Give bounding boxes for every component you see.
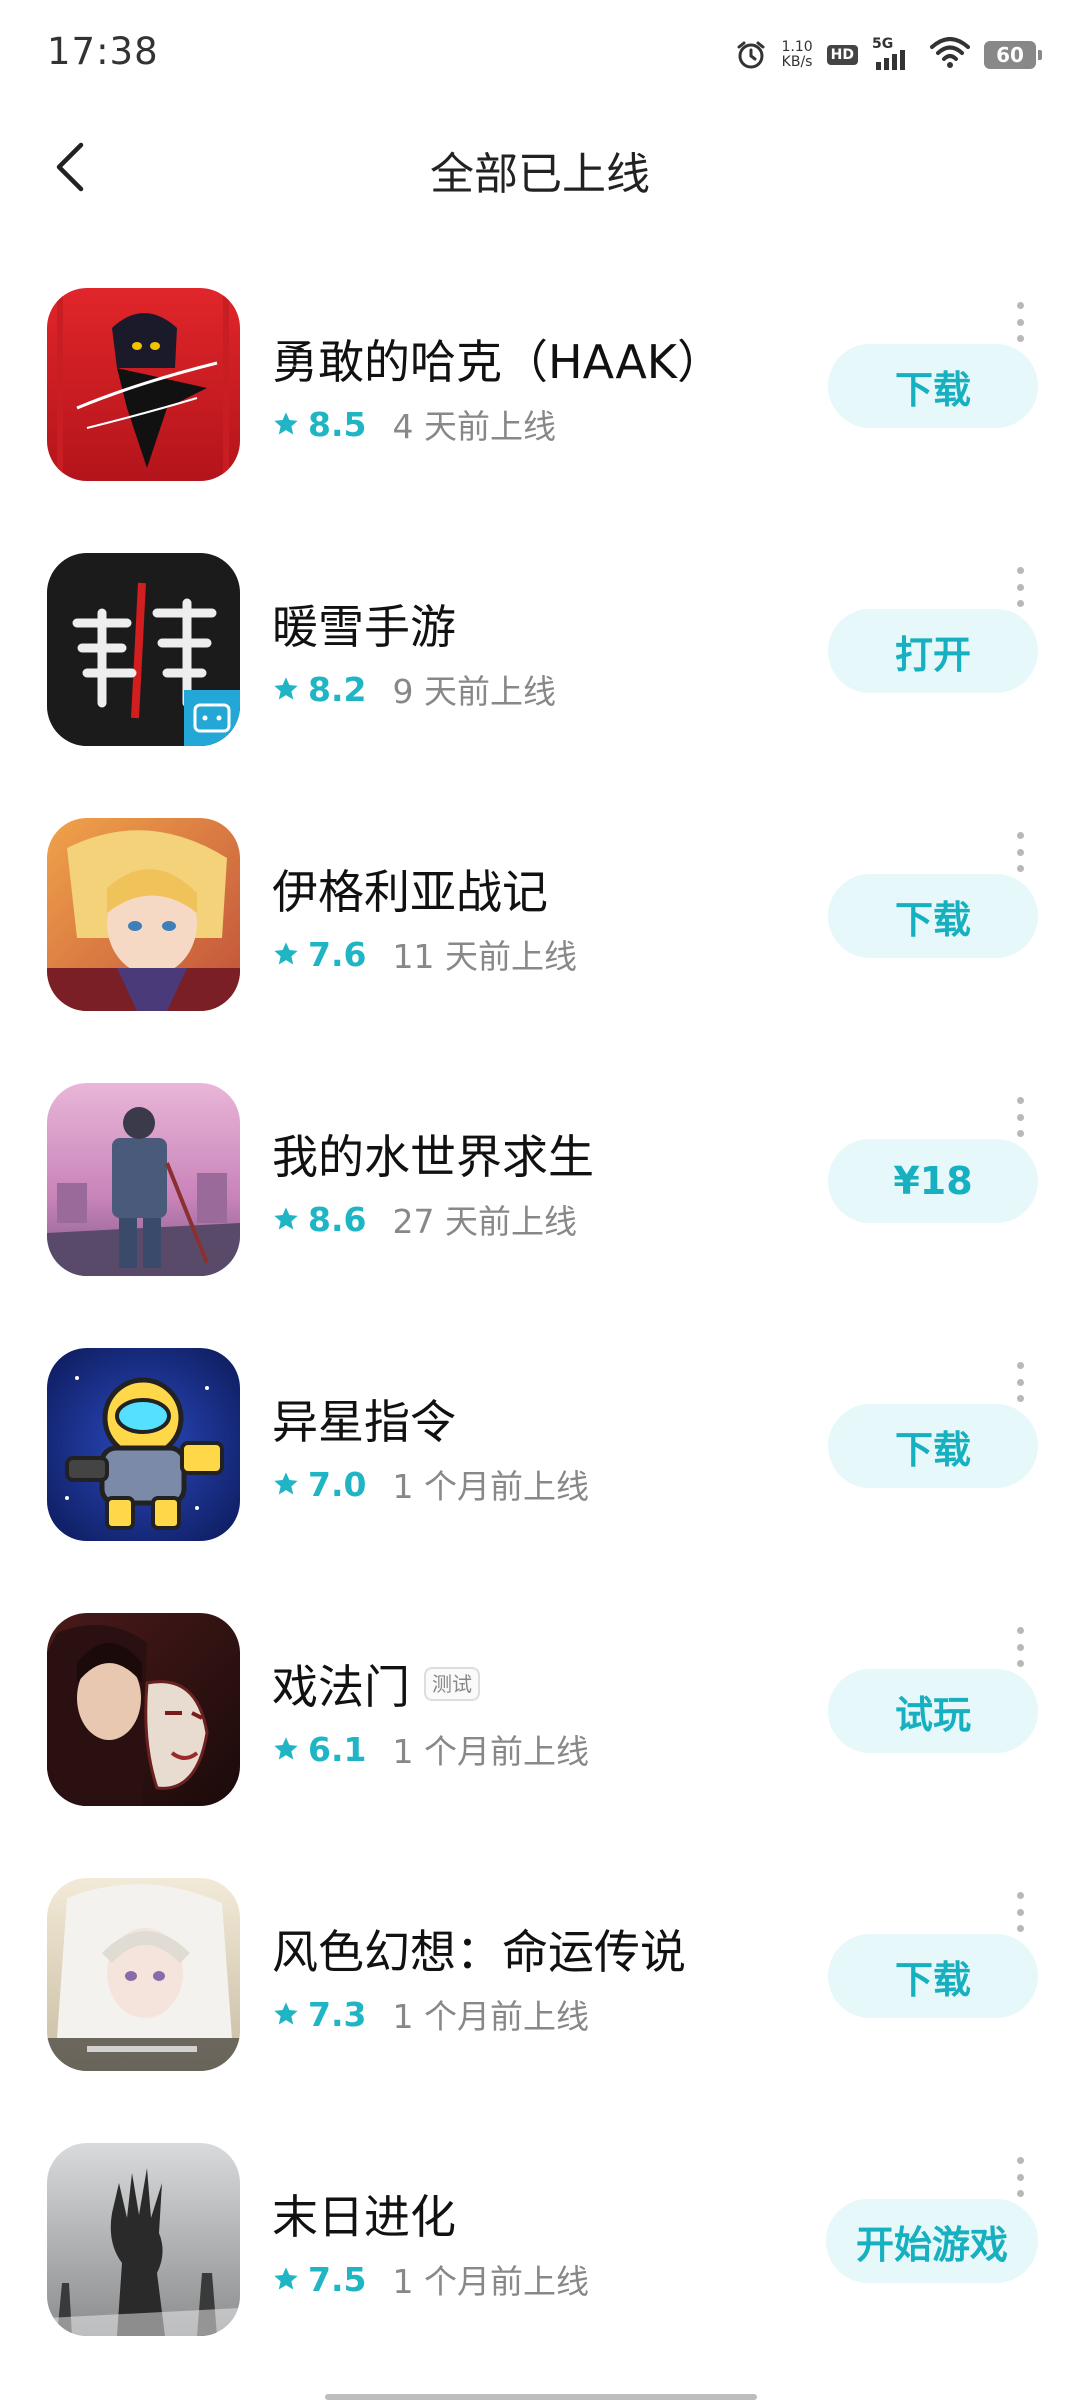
battery-icon: 60	[984, 41, 1042, 69]
status-bar: 17:38 1.10 KB/s HD 5G 60	[0, 0, 1080, 110]
list-item[interactable]: 暖雪手游 8.2 9 天前上线 打开	[0, 553, 1080, 818]
list-item[interactable]: 戏法门 测试 6.1 1 个月前上线 试玩	[0, 1613, 1080, 1878]
game-title-text: 戏法门	[272, 1660, 410, 1714]
rating-score: 8.5	[308, 404, 367, 444]
game-meta: 7.6 11 天前上线	[272, 930, 577, 978]
star-icon	[274, 412, 298, 435]
list-item[interactable]: 我的水世界求生 8.6 27 天前上线 ¥18	[0, 1083, 1080, 1348]
start-game-button[interactable]: 开始游戏	[825, 2199, 1038, 2283]
home-indicator[interactable]	[325, 2394, 757, 2400]
status-icons: 1.10 KB/s HD 5G 60	[735, 30, 1042, 80]
release-time: 27 天前上线	[392, 1202, 577, 1241]
game-icon-doomsday[interactable]	[47, 2143, 240, 2336]
game-title-text: 勇敢的哈克（HAAK）	[272, 335, 723, 389]
game-title: 异星指令	[272, 1386, 456, 1452]
game-title-text: 异星指令	[272, 1395, 456, 1449]
game-title: 末日进化	[272, 2181, 456, 2247]
game-title: 勇敢的哈克（HAAK）	[272, 326, 723, 392]
hd-voice-icon: HD	[826, 45, 858, 65]
star-icon	[274, 2267, 298, 2290]
game-title-text: 末日进化	[272, 2190, 456, 2244]
network-speed: 1.10 KB/s	[781, 40, 812, 70]
test-badge: 测试	[424, 1667, 480, 1701]
star-icon	[274, 1737, 298, 1760]
game-title: 我的水世界求生	[272, 1121, 594, 1187]
game-meta: 7.5 1 个月前上线	[272, 2255, 589, 2303]
game-icon-water-world[interactable]	[47, 1083, 240, 1276]
list-item[interactable]: 伊格利亚战记 7.6 11 天前上线 下载	[0, 818, 1080, 1083]
star-icon	[274, 942, 298, 965]
game-icon-xifamen[interactable]	[47, 1613, 240, 1806]
list-item[interactable]: 勇敢的哈克（HAAK） 8.5 4 天前上线 下载	[0, 288, 1080, 553]
more-options-icon[interactable]	[1014, 1362, 1026, 1402]
list-item[interactable]: 末日进化 7.5 1 个月前上线 开始游戏	[0, 2143, 1080, 2400]
more-options-icon[interactable]	[1014, 1627, 1026, 1667]
cellular-signal-icon: 5G	[872, 36, 916, 72]
release-time: 9 天前上线	[392, 672, 556, 711]
rating-score: 7.0	[308, 1464, 367, 1504]
download-button[interactable]: 下载	[828, 1934, 1038, 2018]
game-meta: 7.3 1 个月前上线	[272, 1990, 589, 2038]
game-title: 戏法门 测试	[272, 1651, 480, 1717]
game-meta: 8.6 27 天前上线	[272, 1195, 577, 1243]
more-options-icon[interactable]	[1014, 1892, 1026, 1932]
more-options-icon[interactable]	[1014, 1097, 1026, 1137]
game-title: 暖雪手游	[272, 591, 456, 657]
list-item[interactable]: 异星指令 7.0 1 个月前上线 下载	[0, 1348, 1080, 1613]
game-title: 伊格利亚战记	[272, 856, 548, 922]
download-button[interactable]: 下载	[828, 1404, 1038, 1488]
game-title: 风色幻想：命运传说	[272, 1916, 686, 1982]
release-time: 1 个月前上线	[392, 1997, 589, 2036]
rating-score: 8.6	[308, 1199, 367, 1239]
release-time: 1 个月前上线	[392, 1467, 589, 1506]
rating-score: 7.3	[308, 1994, 367, 2034]
star-icon	[274, 677, 298, 700]
game-icon-fengse[interactable]	[47, 1878, 240, 2071]
open-button[interactable]: 打开	[828, 609, 1038, 693]
download-button[interactable]: 下载	[828, 344, 1038, 428]
release-time: 11 天前上线	[392, 937, 577, 976]
game-title-text: 我的水世界求生	[272, 1130, 594, 1184]
network-speed-unit: KB/s	[781, 54, 813, 70]
app-screen: 17:38 1.10 KB/s HD 5G 60 全部已上线 勇敢的哈克（HAA…	[0, 0, 1080, 2400]
more-options-icon[interactable]	[1014, 302, 1026, 342]
star-icon	[274, 1207, 298, 1230]
alarm-icon	[735, 39, 767, 71]
try-play-button[interactable]: 试玩	[828, 1669, 1038, 1753]
price-button[interactable]: ¥18	[828, 1139, 1038, 1223]
game-meta: 8.5 4 天前上线	[272, 400, 556, 448]
game-icon-haak[interactable]	[47, 288, 240, 481]
game-meta: 7.0 1 个月前上线	[272, 1460, 589, 1508]
game-title-text: 暖雪手游	[272, 600, 456, 654]
battery-level: 60	[996, 43, 1024, 67]
star-icon	[274, 2002, 298, 2025]
release-time: 4 天前上线	[392, 407, 556, 446]
star-icon	[274, 1472, 298, 1495]
game-meta: 6.1 1 个月前上线	[272, 1725, 589, 1773]
game-title-text: 风色幻想：命运传说	[272, 1925, 686, 1979]
download-button[interactable]: 下载	[828, 874, 1038, 958]
rating-score: 6.1	[308, 1729, 367, 1769]
game-meta: 8.2 9 天前上线	[272, 665, 556, 713]
rating-score: 8.2	[308, 669, 367, 709]
release-time: 1 个月前上线	[392, 1732, 589, 1771]
network-speed-value: 1.10	[781, 39, 813, 55]
game-icon-igria[interactable]	[47, 818, 240, 1011]
list-item[interactable]: 风色幻想：命运传说 7.3 1 个月前上线 下载	[0, 1878, 1080, 2143]
more-options-icon[interactable]	[1014, 567, 1026, 607]
page-title: 全部已上线	[430, 149, 650, 200]
game-icon-alien-command[interactable]	[47, 1348, 240, 1541]
more-options-icon[interactable]	[1014, 832, 1026, 872]
rating-score: 7.5	[308, 2259, 367, 2299]
game-title-text: 伊格利亚战记	[272, 865, 548, 919]
wifi-icon	[930, 37, 970, 73]
more-options-icon[interactable]	[1014, 2157, 1026, 2197]
status-time: 17:38	[47, 30, 159, 73]
header: 全部已上线	[0, 110, 1080, 230]
rating-score: 7.6	[308, 934, 367, 974]
release-time: 1 个月前上线	[392, 2262, 589, 2301]
game-icon-warm-snow[interactable]	[47, 553, 240, 746]
